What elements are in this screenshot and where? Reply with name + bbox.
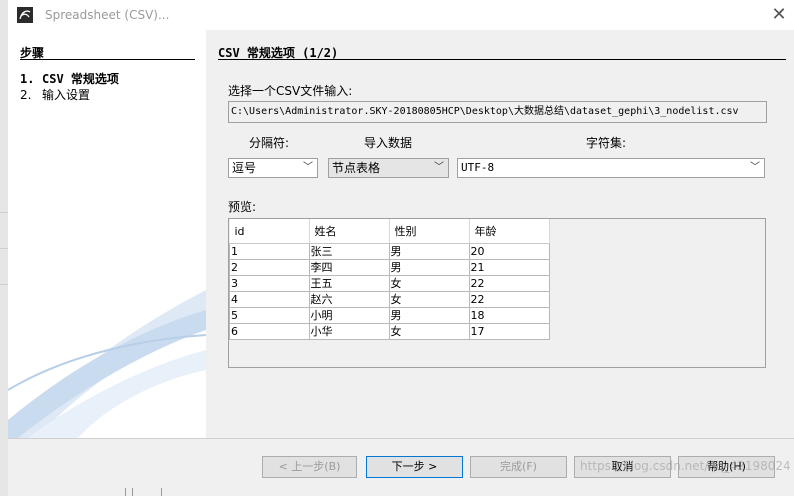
step-label: 输入设置: [42, 88, 91, 102]
app-logo-icon: [17, 7, 33, 23]
table-cell: 王五: [308, 275, 390, 292]
table-cell: 4: [229, 291, 310, 308]
table-row: 5 小明 男 18: [229, 307, 550, 324]
step-item-1: 1. CSV 常规选项: [20, 70, 119, 87]
preview-label: 预览:: [228, 200, 257, 214]
wizard-body: 步骤 1. CSV 常规选项 2. 输入设置 CSV 常规选项 (1/2) 选择一个…: [8, 30, 794, 439]
table-cell: 女: [388, 323, 470, 340]
table-row: 1 张三 男 20: [229, 243, 550, 260]
table-cell: 20: [468, 243, 550, 260]
title-divider: [218, 59, 786, 60]
steps-panel: 步骤 1. CSV 常规选项 2. 输入设置: [8, 30, 206, 438]
table-cell: 1: [229, 243, 310, 260]
preview-table-container: id 姓名 性别 年龄 1 张三 男 20 2 李四 男 21 3 王五 女 2…: [228, 218, 766, 368]
column-header[interactable]: 年龄: [469, 219, 550, 244]
table-cell: 张三: [308, 243, 390, 260]
close-icon[interactable]: ✕: [764, 4, 794, 26]
table-cell: 18: [468, 307, 550, 324]
step-number: 1.: [20, 72, 35, 86]
table-row: 4 赵六 女 22: [229, 291, 550, 308]
chevron-down-icon: ﹀: [434, 162, 444, 173]
table-cell: 赵六: [308, 291, 390, 308]
title-bar: Spreadsheet (CSV)... ✕: [8, 0, 794, 30]
table-cell: 22: [468, 275, 550, 292]
background-window-edge-bottom: [8, 488, 794, 496]
table-cell: 3: [229, 275, 310, 292]
step-number: 2.: [20, 88, 32, 102]
table-cell: 小明: [308, 307, 390, 324]
chevron-down-icon: ﹀: [750, 162, 760, 173]
table-cell: 17: [468, 323, 550, 340]
background-window-edge: [0, 0, 8, 496]
table-cell: 22: [468, 291, 550, 308]
table-row: 3 王五 女 22: [229, 275, 550, 292]
steps-divider: [20, 59, 195, 60]
file-path-field[interactable]: C:\Users\Administrator.SKY-20180805HCP\D…: [228, 101, 767, 123]
next-button[interactable]: 下一步 >: [366, 456, 463, 478]
step-item-2: 2. 输入设置: [20, 86, 90, 103]
table-cell: 21: [468, 259, 550, 276]
import-select[interactable]: 节点表格 ﹀: [328, 158, 449, 178]
import-label: 导入数据: [364, 136, 413, 150]
step-label: CSV 常规选项: [42, 72, 119, 86]
table-cell: 男: [388, 243, 470, 260]
table-cell: 小华: [308, 323, 390, 340]
table-cell: 李四: [308, 259, 390, 276]
table-cell: 女: [388, 291, 470, 308]
import-value: 节点表格: [332, 161, 381, 175]
finish-button[interactable]: 完成(F): [470, 456, 567, 478]
charset-select[interactable]: UTF-8 ﹀: [457, 158, 765, 178]
separator-value: 逗号: [232, 161, 257, 175]
column-header[interactable]: 姓名: [309, 219, 390, 244]
table-cell: 6: [229, 323, 310, 340]
table-cell: 2: [229, 259, 310, 276]
table-cell: 女: [388, 275, 470, 292]
table-header-row: id 姓名 性别 年龄: [229, 219, 550, 244]
column-header[interactable]: 性别: [389, 219, 470, 244]
charset-value: UTF-8: [461, 161, 495, 174]
table-row: 2 李四 男 21: [229, 259, 550, 276]
separator-select[interactable]: 逗号 ﹀: [228, 158, 318, 178]
table-cell: 男: [388, 259, 470, 276]
column-header[interactable]: id: [229, 219, 310, 244]
watermark-text: https://blog.csdn.net/qq_42198024: [580, 459, 791, 473]
chevron-down-icon: ﹀: [303, 162, 313, 173]
table-cell: 5: [229, 307, 310, 324]
charset-label: 字符集:: [586, 136, 627, 150]
back-button[interactable]: < 上一步(B): [262, 456, 357, 478]
table-cell: 男: [388, 307, 470, 324]
preview-table: id 姓名 性别 年龄 1 张三 男 20 2 李四 男 21 3 王五 女 2…: [229, 219, 550, 340]
table-row: 6 小华 女 17: [229, 323, 550, 340]
window-title: Spreadsheet (CSV)...: [45, 8, 170, 22]
separator-label: 分隔符:: [249, 136, 290, 150]
file-input-label: 选择一个CSV文件输入:: [228, 84, 353, 98]
